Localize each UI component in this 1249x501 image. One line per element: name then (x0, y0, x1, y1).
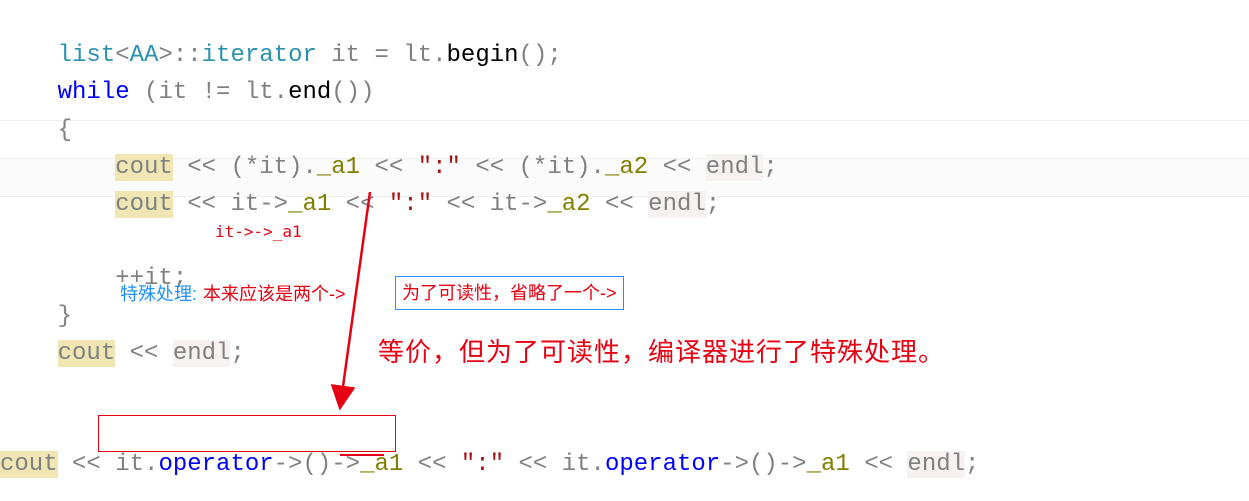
tok-ident: lt (403, 42, 432, 69)
tok-type: list (58, 42, 116, 69)
brace: { (58, 117, 72, 144)
space (317, 42, 331, 69)
tok-endl: endl (706, 154, 764, 181)
tok-op: >:: (158, 42, 201, 69)
red-box (98, 415, 396, 452)
tok-op: << (360, 154, 418, 181)
tok-cout: cout (115, 154, 173, 181)
tok-ident: it (115, 451, 144, 478)
code-block: list<AA>::iterator it = lt.begin(); whil… (0, 0, 979, 483)
tok-str: ":" (418, 154, 461, 181)
tok-op: << (850, 451, 908, 478)
tok-op: ( (130, 79, 159, 106)
tok-cout: cout (0, 451, 58, 478)
annotation-shorthand: it->->_a1 (215, 222, 302, 241)
tok-ident: it (230, 191, 259, 218)
tok-fn: end (288, 79, 331, 106)
tok-member: _a2 (605, 154, 648, 181)
annotation-special-red: 本来应该是两个-> (203, 280, 346, 306)
tok-ident: it (331, 42, 360, 69)
tok-op: . (144, 451, 158, 478)
tok-op: << (432, 191, 490, 218)
tok-op: << (115, 340, 173, 367)
tok-ident: it (562, 451, 591, 478)
tok-op: << (591, 191, 649, 218)
tok-op: << (58, 451, 116, 478)
tok-type: AA (130, 42, 159, 69)
annotation-main: 等价，但为了可读性，编译器进行了特殊处理。 (378, 332, 945, 369)
brace: } (58, 303, 72, 330)
blue-box: 为了可读性，省略了一个-> (395, 276, 624, 310)
tok-keyword: while (58, 79, 130, 106)
tok-arrow: -> (519, 191, 548, 218)
tok-cout: cout (115, 191, 173, 218)
tok-ident: it (158, 79, 187, 106)
tok-fn: begin (447, 42, 519, 69)
tok-op: << (173, 191, 231, 218)
tok-op: < (115, 42, 129, 69)
tok-semi: ; (706, 191, 720, 218)
tok-op: << (331, 191, 389, 218)
tok-str: ":" (389, 191, 432, 218)
tok-member: _a1 (317, 154, 360, 181)
tok-str: ":" (461, 451, 504, 478)
tok-op: (); (519, 42, 562, 69)
tok-endl: endl (173, 340, 231, 367)
tok-op: = (360, 42, 403, 69)
tok-ident: lt (245, 79, 274, 106)
tok-semi: ; (230, 340, 244, 367)
annotation-special-label: 特殊处理: (120, 280, 197, 306)
tok-endl: endl (648, 191, 706, 218)
tok-op: << (648, 154, 706, 181)
tok-op: ()) (331, 79, 374, 106)
tok-cout: cout (58, 340, 116, 367)
tok-keyword: operator (158, 451, 273, 478)
tok-op: << (* (173, 154, 259, 181)
tok-ident: it (547, 154, 576, 181)
tok-op: << (* (461, 154, 547, 181)
tok-member: _a2 (547, 191, 590, 218)
underline-a1 (340, 454, 384, 456)
tok-type: iterator (202, 42, 317, 69)
tok-op: << (504, 451, 562, 478)
blue-box-text: 为了可读性，省略了一个-> (402, 283, 617, 303)
tok-op: ). (288, 154, 317, 181)
tok-ident: it (490, 191, 519, 218)
tok-member: _a1 (288, 191, 331, 218)
tok-op: << (403, 451, 461, 478)
tok-semi: ; (965, 451, 979, 478)
tok-endl: endl (907, 451, 965, 478)
tok-op: != (187, 79, 245, 106)
tok-op: . (274, 79, 288, 106)
tok-op: . (432, 42, 446, 69)
tok-op: ). (576, 154, 605, 181)
tok-op: ->()-> (720, 451, 806, 478)
tok-ident: it (259, 154, 288, 181)
tok-op: . (591, 451, 605, 478)
tok-member: _a1 (807, 451, 850, 478)
tok-keyword: operator (605, 451, 720, 478)
tok-semi: ; (763, 154, 777, 181)
tok-arrow: -> (259, 191, 288, 218)
